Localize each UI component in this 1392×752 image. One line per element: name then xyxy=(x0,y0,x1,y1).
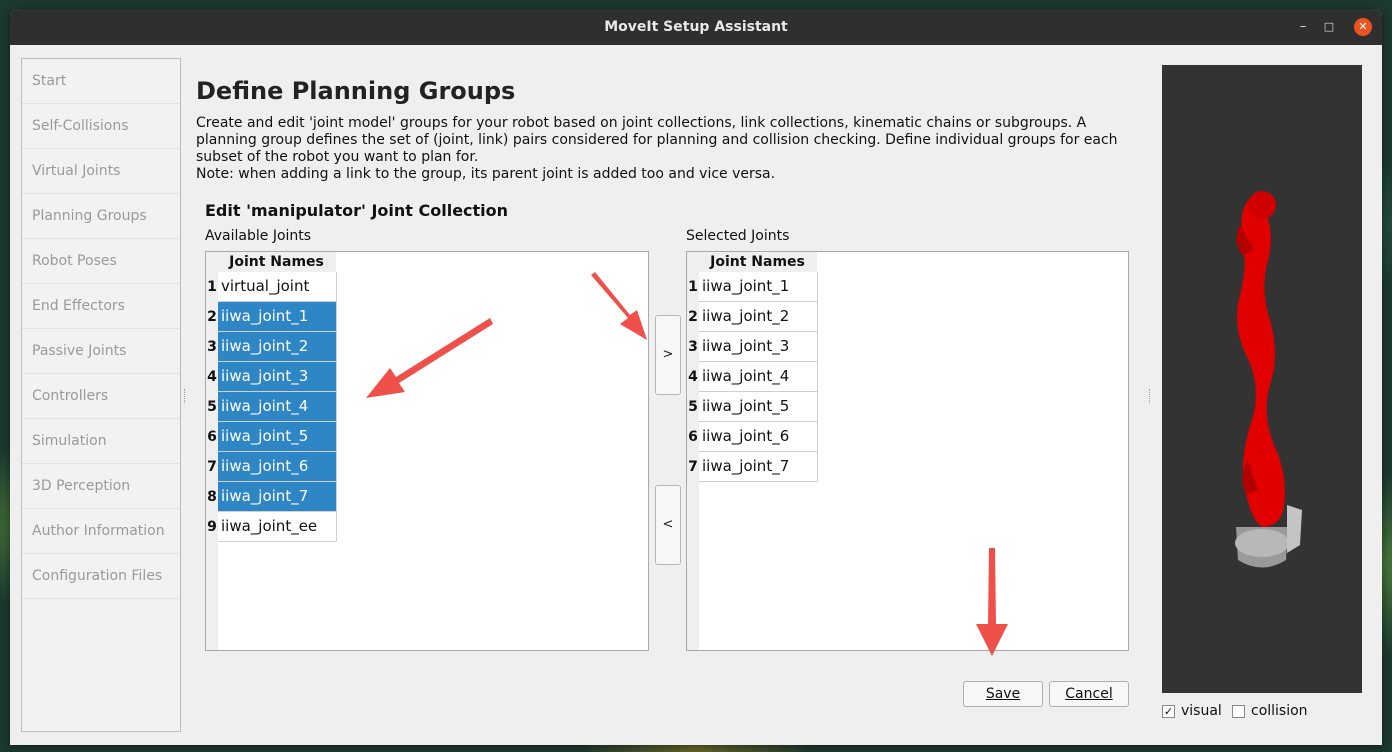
left-splitter-handle[interactable] xyxy=(184,389,187,403)
sidebar-item-robot-poses[interactable]: Robot Poses xyxy=(22,239,180,284)
visual-check-icon[interactable]: ✓ xyxy=(1162,704,1175,718)
cancel-button-label: Cancel xyxy=(1065,686,1113,702)
row-number: 5 xyxy=(206,392,218,422)
row-number: 3 xyxy=(206,332,218,362)
row-number: 5 xyxy=(687,392,699,422)
joint-cell[interactable]: iiwa_joint_3 xyxy=(218,362,337,392)
maximize-icon[interactable]: □ xyxy=(1320,18,1338,36)
robot-flange xyxy=(1248,191,1276,219)
sidebar-item-simulation[interactable]: Simulation xyxy=(22,419,180,464)
row-number: 6 xyxy=(206,422,218,452)
joint-cell[interactable]: iiwa_joint_7 xyxy=(218,482,337,512)
minimize-icon[interactable]: – xyxy=(1294,18,1312,36)
edit-collection-title: Edit 'manipulator' Joint Collection xyxy=(205,201,509,220)
row-number: 7 xyxy=(687,452,699,482)
column-header-joint-names[interactable]: Joint Names xyxy=(699,252,816,272)
row-number: 1 xyxy=(206,272,218,302)
page-title: Define Planning Groups xyxy=(196,77,516,105)
row-number: 1 xyxy=(687,272,699,302)
sidebar-item-configuration-files[interactable]: Configuration Files xyxy=(22,554,180,599)
robot-3d-viewer[interactable] xyxy=(1162,65,1362,693)
robot-base-top xyxy=(1235,529,1289,557)
app-window: MoveIt Setup Assistant – □ ✕ Start Self-… xyxy=(10,9,1382,745)
available-joints-label: Available Joints xyxy=(205,228,312,244)
row-number: 4 xyxy=(206,362,218,392)
joint-cell[interactable]: iiwa_joint_1 xyxy=(699,272,818,302)
cancel-button[interactable]: Cancel xyxy=(1049,681,1129,707)
collision-label: collision xyxy=(1251,703,1308,719)
row-number: 2 xyxy=(687,302,699,332)
joint-cell[interactable]: iiwa_joint_6 xyxy=(218,452,337,482)
table-header: Joint Names xyxy=(206,252,336,272)
save-button[interactable]: Save xyxy=(963,681,1043,707)
sidebar-item-virtual-joints[interactable]: Virtual Joints xyxy=(22,149,180,194)
main-panel: Define Planning Groups Create and edit '… xyxy=(190,45,1140,745)
sidebar-item-3d-perception[interactable]: 3D Perception xyxy=(22,464,180,509)
selected-joints-label: Selected Joints xyxy=(686,228,790,244)
joint-cell[interactable]: iiwa_joint_5 xyxy=(218,422,337,452)
row-number: 8 xyxy=(206,482,218,512)
row-number: 4 xyxy=(687,362,699,392)
joint-cell[interactable]: iiwa_joint_4 xyxy=(699,362,818,392)
joint-cell[interactable]: iiwa_joint_2 xyxy=(699,302,818,332)
collision-check-icon[interactable] xyxy=(1232,704,1245,718)
remove-joint-button[interactable]: < xyxy=(655,485,681,565)
joint-cell[interactable]: iiwa_joint_7 xyxy=(699,452,818,482)
close-icon[interactable]: ✕ xyxy=(1354,18,1372,36)
column-header-joint-names[interactable]: Joint Names xyxy=(218,252,335,272)
row-number: 7 xyxy=(206,452,218,482)
save-button-label: Save xyxy=(985,686,1021,702)
joint-cell[interactable]: iiwa_joint_4 xyxy=(218,392,337,422)
note-text: Note: when adding a link to the group, i… xyxy=(196,166,776,182)
sidebar-item-self-collisions[interactable]: Self-Collisions xyxy=(22,104,180,149)
sidebar-item-start[interactable]: Start xyxy=(22,59,180,104)
available-joints-table[interactable]: Joint Names 1 virtual_joint 2 iiwa_joint… xyxy=(205,251,649,651)
visual-checkbox[interactable]: ✓ visual xyxy=(1162,703,1222,719)
joint-cell[interactable]: iiwa_joint_ee xyxy=(218,512,337,542)
sidebar-item-controllers[interactable]: Controllers xyxy=(22,374,180,419)
sidebar-item-planning-groups[interactable]: Planning Groups xyxy=(22,194,180,239)
sidebar-item-author-information[interactable]: Author Information xyxy=(22,509,180,554)
row-number: 9 xyxy=(206,512,218,542)
add-joint-button[interactable]: > xyxy=(655,315,681,395)
robot-model-image xyxy=(1235,191,1302,568)
description-text: Create and edit 'joint model' groups for… xyxy=(196,115,1118,165)
collision-checkbox[interactable]: collision xyxy=(1232,703,1308,719)
row-number: 2 xyxy=(206,302,218,332)
robot-base-side xyxy=(1287,505,1302,553)
row-number: 3 xyxy=(687,332,699,362)
right-splitter-handle[interactable] xyxy=(1149,389,1152,403)
joint-cell[interactable]: iiwa_joint_5 xyxy=(699,392,818,422)
title-bar: MoveIt Setup Assistant – □ ✕ xyxy=(10,9,1382,45)
row-number: 6 xyxy=(687,422,699,452)
sidebar: Start Self-Collisions Virtual Joints Pla… xyxy=(21,58,181,732)
sidebar-item-end-effectors[interactable]: End Effectors xyxy=(22,284,180,329)
table-header: Joint Names xyxy=(687,252,817,272)
page-description: Create and edit 'joint model' groups for… xyxy=(196,115,1126,183)
window-title: MoveIt Setup Assistant xyxy=(604,19,788,35)
joint-cell[interactable]: iiwa_joint_6 xyxy=(699,422,818,452)
selected-joints-table[interactable]: Joint Names 1 iiwa_joint_1 2 iiwa_joint_… xyxy=(686,251,1129,651)
joint-cell[interactable]: virtual_joint xyxy=(218,272,337,302)
joint-cell[interactable]: iiwa_joint_2 xyxy=(218,332,337,362)
visual-label: visual xyxy=(1181,703,1222,719)
joint-cell[interactable]: iiwa_joint_3 xyxy=(699,332,818,362)
sidebar-item-passive-joints[interactable]: Passive Joints xyxy=(22,329,180,374)
joint-cell[interactable]: iiwa_joint_1 xyxy=(218,302,337,332)
